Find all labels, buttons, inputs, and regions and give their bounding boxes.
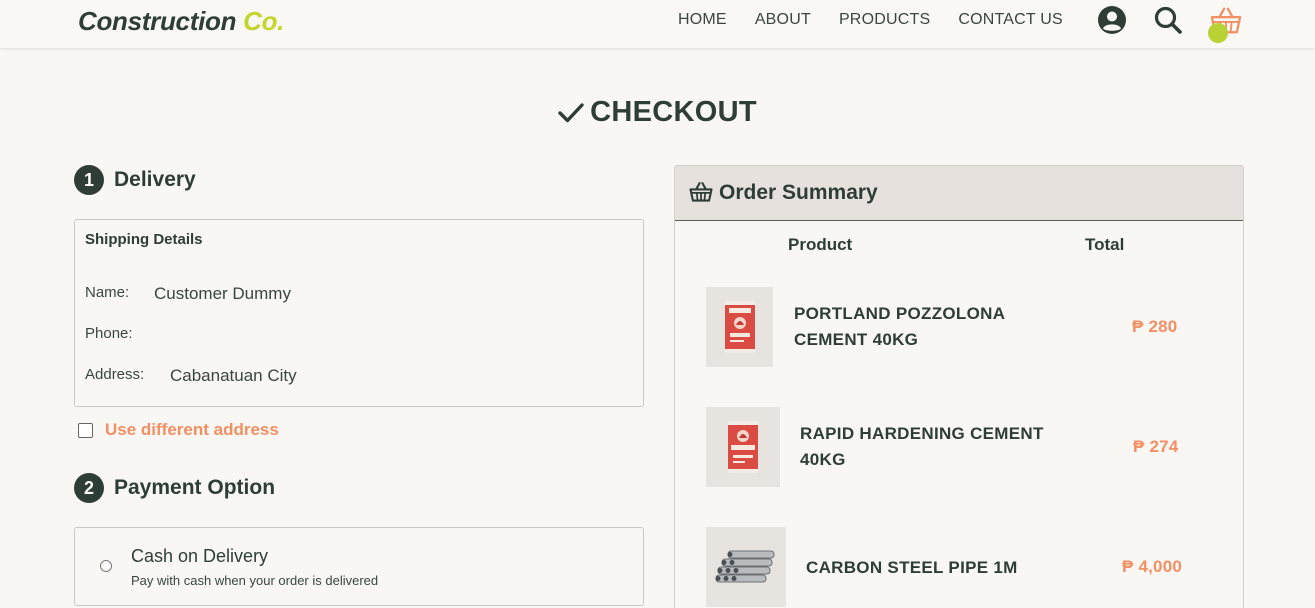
nav-contact[interactable]: CONTACT US — [958, 11, 1063, 29]
brand-logo[interactable]: Construction Co. — [78, 6, 284, 37]
item-price: ₱ 4,000 — [1122, 557, 1183, 576]
item-name[interactable]: CARBON STEEL PIPE 1M — [806, 555, 1018, 581]
step-number-badge: 2 — [74, 473, 104, 503]
brand-name: Construction — [78, 6, 237, 36]
product-image[interactable] — [706, 287, 773, 367]
item-name-line: 40KG — [800, 450, 846, 469]
payment-title: Payment Option — [114, 476, 276, 499]
item-price: ₱ 274 — [1133, 437, 1179, 456]
different-address-label[interactable]: Use different address — [105, 420, 279, 440]
cod-radio[interactable] — [100, 560, 112, 572]
product-image[interactable] — [706, 407, 780, 487]
page-title-text: CHECKOUT — [590, 96, 757, 128]
item-price: ₱ 280 — [1132, 317, 1178, 336]
navbar: Construction Co. HOME ABOUT PRODUCTS CON… — [0, 0, 1315, 48]
account-icon[interactable] — [1096, 4, 1128, 36]
page-title: CHECKOUT — [0, 96, 1315, 129]
shipping-details-title: Shipping Details — [85, 231, 203, 248]
cement-bag-icon — [728, 421, 758, 473]
search-icon[interactable] — [1152, 4, 1184, 36]
item-name-line: CEMENT 40KG — [794, 330, 919, 349]
name-label: Name: — [85, 284, 130, 301]
payment-option-cod[interactable]: Cash on Delivery Pay with cash when your… — [74, 527, 644, 606]
nav-home[interactable]: HOME — [678, 11, 727, 29]
address-value: Cabanatuan City — [170, 366, 297, 385]
product-image[interactable] — [706, 527, 786, 607]
nav-products[interactable]: PRODUCTS — [839, 11, 930, 29]
item-name[interactable]: PORTLAND POZZOLONA CEMENT 40KG — [794, 301, 1005, 353]
payment-option-description: Pay with cash when your order is deliver… — [131, 573, 379, 588]
cement-bag-icon — [724, 301, 755, 353]
different-address-option[interactable]: Use different address — [78, 420, 279, 440]
nav-links: HOME ABOUT PRODUCTS CONTACT US — [678, 11, 1091, 29]
item-name-line: CARBON STEEL PIPE 1M — [806, 558, 1018, 577]
payment-step-header: 2 Payment Option — [74, 473, 275, 503]
shipping-details-box: Shipping Details Name: Customer Dummy Ph… — [74, 219, 644, 407]
total-column-header: Total — [1085, 235, 1125, 254]
different-address-checkbox[interactable] — [78, 422, 93, 438]
check-icon — [558, 103, 584, 123]
item-name[interactable]: RAPID HARDENING CEMENT 40KG — [800, 421, 1044, 473]
product-column-header: Product — [788, 235, 853, 254]
steel-pipes-icon — [715, 550, 775, 583]
cart-count-badge — [1208, 23, 1228, 43]
order-summary-title: Order Summary — [719, 181, 878, 204]
order-summary-panel: Order Summary Product Total PORTLAND POZ… — [674, 165, 1244, 608]
order-summary-header: Order Summary — [675, 166, 1243, 221]
phone-label: Phone: — [85, 325, 133, 342]
step-number-badge: 1 — [74, 165, 104, 195]
delivery-step-header: 1 Delivery — [74, 165, 196, 195]
item-name-line: RAPID HARDENING CEMENT — [800, 424, 1044, 443]
basket-icon — [689, 182, 713, 202]
item-name-line: PORTLAND POZZOLONA — [794, 304, 1006, 323]
name-value: Customer Dummy — [154, 284, 291, 303]
payment-option-title: Cash on Delivery — [131, 546, 269, 566]
brand-accent: Co. — [243, 6, 285, 36]
delivery-title: Delivery — [114, 168, 196, 191]
address-label: Address: — [85, 366, 145, 383]
nav-about[interactable]: ABOUT — [755, 11, 811, 29]
